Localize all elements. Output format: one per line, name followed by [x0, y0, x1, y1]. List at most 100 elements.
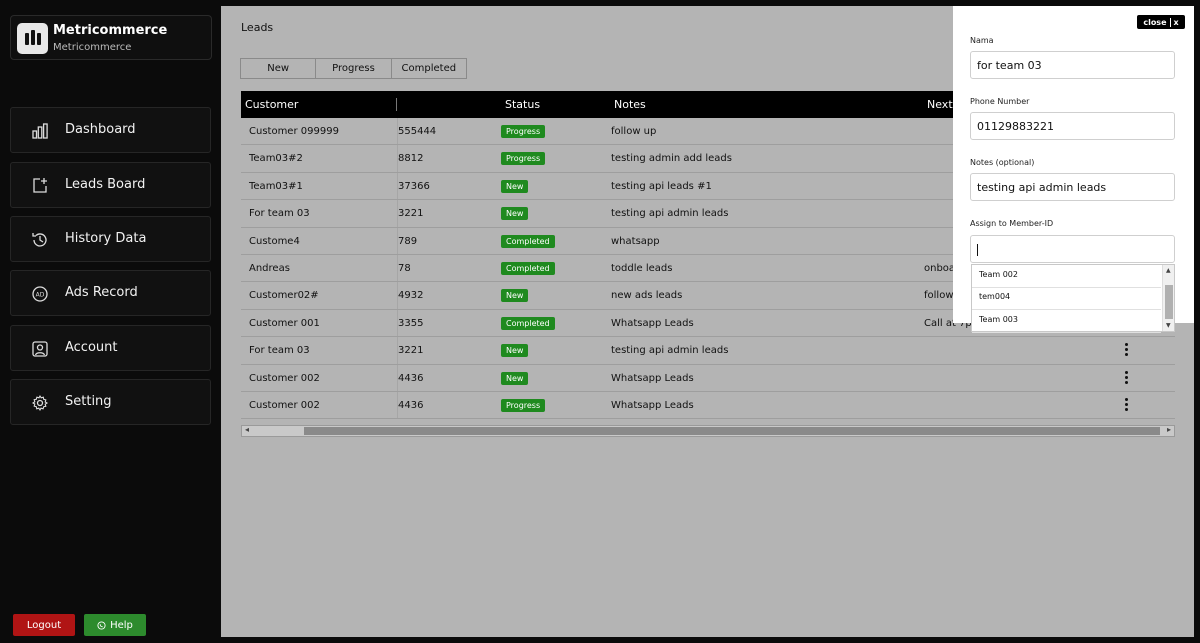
page-title: Leads: [241, 21, 274, 34]
brand-subtitle: Metricommerce: [53, 42, 132, 53]
history-icon: [32, 233, 47, 247]
notes-field[interactable]: testing api admin leads: [970, 173, 1175, 201]
logout-label: Logout: [26, 619, 62, 631]
customer-cell: Customer 001: [249, 317, 320, 329]
status-badge: New: [501, 289, 529, 303]
phone-cell: 555444: [398, 126, 437, 137]
close-button[interactable]: close x: [1137, 15, 1185, 29]
status-badge: New: [501, 179, 529, 193]
assign-member-input[interactable]: [970, 235, 1175, 263]
gear-icon: [31, 394, 49, 412]
customer-cell: Customer02#: [249, 290, 319, 302]
row-menu-icon[interactable]: [1123, 370, 1129, 385]
tab-progress[interactable]: Progress: [316, 59, 392, 78]
dropdown-option[interactable]: tem004: [972, 287, 1161, 310]
notes-cell: testing admin add leads: [611, 153, 732, 165]
customer-cell: Team03#2: [249, 153, 303, 165]
customer-cell: Customer 002: [249, 372, 320, 384]
text-cursor: [977, 244, 978, 256]
status-badge: New: [501, 207, 529, 221]
help-label: Help: [110, 619, 133, 631]
next-cell: onboa: [924, 262, 956, 274]
customer-cell: For team 03: [249, 208, 310, 220]
phone-cell: 4932: [398, 290, 424, 302]
status-badge: Progress: [501, 152, 546, 166]
status-badge: Progress: [501, 398, 546, 412]
sidebar-item-dashboard[interactable]: Dashboard: [10, 107, 211, 153]
notes-cell: Whatsapp Leads: [611, 399, 694, 411]
notes-label: Notes (optional): [970, 158, 1035, 167]
horizontal-scrollbar[interactable]: ◂ ▸: [241, 425, 1175, 437]
close-divider: [1169, 17, 1171, 27]
customer-cell: Team03#1: [249, 180, 303, 192]
sidebar-item-setting[interactable]: Setting: [10, 379, 211, 425]
sidebar-item-label: Setting: [65, 394, 112, 409]
tab-new[interactable]: New: [241, 59, 317, 78]
dropdown-option[interactable]: Team 003: [972, 310, 1161, 333]
scrollbar-thumb[interactable]: [304, 427, 1160, 435]
column-divider[interactable]: [396, 98, 397, 111]
sidebar-item-leads-board[interactable]: Leads Board: [10, 162, 211, 208]
status-badge: Completed: [501, 234, 555, 248]
phone-cell: 3221: [398, 208, 424, 220]
row-menu-icon[interactable]: [1123, 343, 1129, 357]
customer-cell: Customer 099999: [249, 126, 339, 137]
brand-header: Metricommerce Metricommerce: [10, 15, 212, 60]
table-row[interactable]: Customer 002 4436 Progress Whatsapp Leads: [241, 391, 1175, 420]
member-dropdown: Team 002 tem004 Team 003 ▲ ▼: [971, 264, 1175, 333]
phone-field[interactable]: 01129883221: [970, 112, 1175, 140]
status-badge: New: [501, 344, 529, 358]
close-label: close: [1143, 17, 1167, 27]
customer-cell: Custome4: [249, 235, 300, 247]
whatsapp-icon: [97, 620, 106, 630]
phone-label: Phone Number: [970, 97, 1030, 106]
assign-label: Assign to Member-ID: [970, 219, 1054, 228]
account-icon: [32, 341, 48, 357]
sidebar-item-label: Account: [65, 340, 118, 355]
ads-icon: AD: [32, 286, 48, 302]
close-x-icon: x: [1173, 17, 1179, 27]
status-badge: New: [501, 371, 529, 385]
phone-cell: 4436: [398, 399, 424, 411]
dropdown-option[interactable]: Team 002: [972, 265, 1161, 288]
scroll-left-icon[interactable]: ◂: [245, 425, 249, 434]
column-header-next[interactable]: Next: [927, 98, 953, 111]
dropdown-scroll-thumb[interactable]: [1165, 285, 1173, 319]
column-header-customer[interactable]: Customer: [245, 98, 298, 111]
customer-cell: Customer 002: [249, 399, 320, 411]
column-header-notes[interactable]: Notes: [614, 98, 646, 111]
scroll-right-icon[interactable]: ▸: [1167, 425, 1171, 434]
phone-cell: 3221: [398, 345, 424, 357]
phone-cell: 78: [398, 262, 411, 274]
scroll-up-icon[interactable]: ▲: [1166, 267, 1171, 274]
notes-cell: follow up: [611, 126, 657, 137]
scroll-down-icon[interactable]: ▼: [1166, 322, 1171, 329]
sidebar-item-account[interactable]: Account: [10, 325, 211, 371]
column-header-status[interactable]: Status: [505, 98, 540, 111]
sidebar-item-history-data[interactable]: History Data: [10, 216, 211, 262]
svg-text:AD: AD: [36, 292, 45, 299]
phone-cell: 3355: [398, 317, 424, 329]
notes-cell: Whatsapp Leads: [611, 317, 694, 329]
status-badge: Progress: [501, 125, 546, 138]
name-field[interactable]: for team 03: [970, 51, 1175, 79]
help-button[interactable]: Help: [84, 614, 146, 636]
status-badge: Completed: [501, 316, 555, 330]
name-label: Nama: [970, 36, 994, 45]
phone-cell: 8812: [398, 153, 424, 165]
dropdown-scrollbar[interactable]: ▲ ▼: [1162, 265, 1174, 331]
notes-cell: testing api leads #1: [611, 180, 712, 192]
sidebar-item-ads-record[interactable]: AD Ads Record: [10, 270, 211, 316]
brand-title: Metricommerce: [53, 23, 168, 38]
row-menu-icon[interactable]: [1123, 397, 1129, 412]
tab-completed[interactable]: Completed: [392, 59, 466, 78]
bar-chart-icon: [32, 123, 48, 139]
notes-cell: testing api admin leads: [611, 208, 729, 220]
add-board-icon: [33, 178, 47, 193]
table-row[interactable]: Customer 002 4436 New Whatsapp Leads: [241, 364, 1175, 392]
notes-cell: Whatsapp Leads: [611, 372, 694, 384]
logout-button[interactable]: Logout: [13, 614, 75, 636]
table-row[interactable]: For team 03 3221 New testing api admin lead…: [241, 337, 1175, 365]
sidebar-item-label: Dashboard: [65, 122, 136, 137]
status-tabs: New Progress Completed: [240, 58, 467, 79]
